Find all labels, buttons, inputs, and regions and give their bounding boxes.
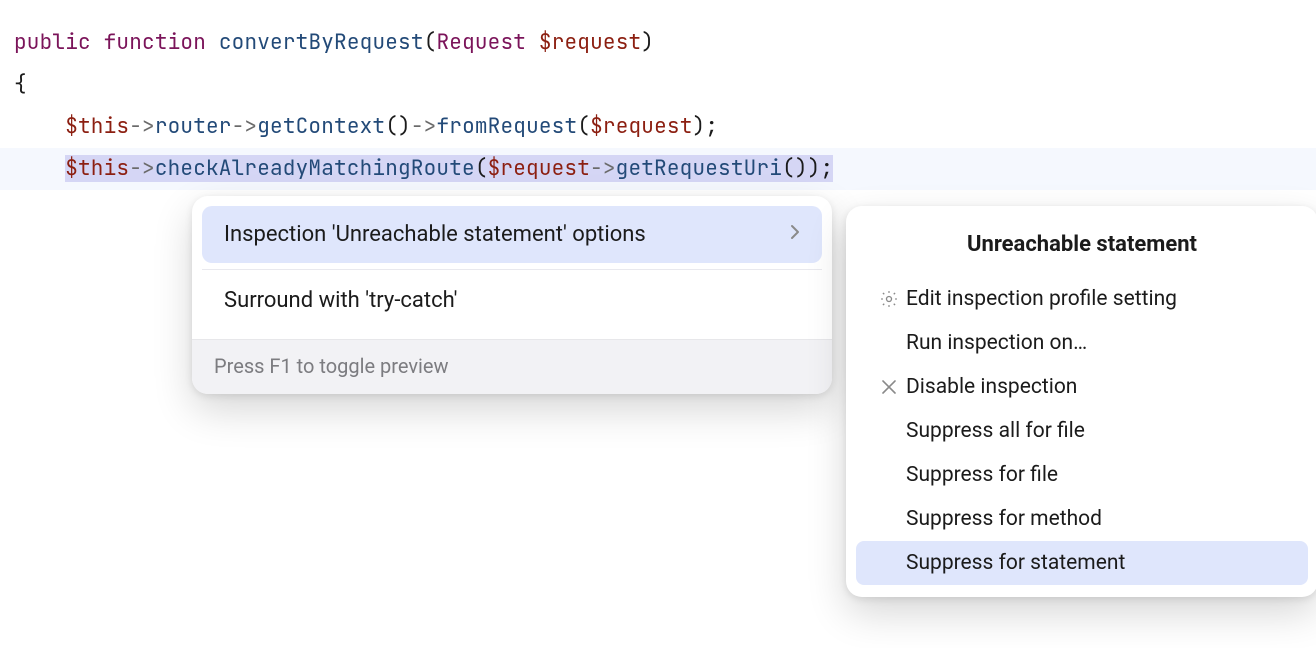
submenu-item-run-inspection[interactable]: Run inspection on… xyxy=(856,321,1308,365)
close-icon xyxy=(872,379,906,395)
close-paren: ) xyxy=(398,113,411,140)
code-editor[interactable]: public function convertByRequest(Request… xyxy=(0,0,1316,190)
submenu-item-label: Run inspection on… xyxy=(906,331,1292,355)
submenu-item-label: Suppress for method xyxy=(906,507,1292,531)
call-getcontext: getContext xyxy=(257,113,385,140)
submenu-item-label: Disable inspection xyxy=(906,375,1292,399)
code-line: { xyxy=(0,64,1316,106)
intention-item-inspection-options[interactable]: Inspection 'Unreachable statement' optio… xyxy=(202,206,822,263)
submenu-item-label: Edit inspection profile setting xyxy=(906,287,1292,311)
param-request: $request xyxy=(590,113,692,140)
indent xyxy=(14,113,65,140)
param-name: $request xyxy=(539,29,641,56)
code-line: $this->router->getContext()->fromRequest… xyxy=(0,106,1316,148)
close-paren: ) xyxy=(795,155,808,182)
param-request: $request xyxy=(488,155,590,182)
submenu-title: Unreachable statement xyxy=(856,216,1308,277)
function-name: convertByRequest xyxy=(219,29,424,56)
submenu-item-suppress-file[interactable]: Suppress for file xyxy=(856,453,1308,497)
indent xyxy=(14,155,65,182)
this-var: $this xyxy=(65,155,129,182)
keyword-function: function xyxy=(104,29,206,56)
intention-popup: Inspection 'Unreachable statement' optio… xyxy=(192,196,832,394)
open-paren: ( xyxy=(385,113,398,140)
arrow: -> xyxy=(129,155,155,182)
submenu-item-label: Suppress for statement xyxy=(906,551,1292,575)
open-paren: ( xyxy=(475,155,488,182)
close-paren: ) xyxy=(693,113,706,140)
open-paren: ( xyxy=(577,113,590,140)
open-brace: { xyxy=(14,71,27,98)
call-fromrequest: fromRequest xyxy=(436,113,577,140)
arrow: -> xyxy=(411,113,437,140)
param-type: Request xyxy=(436,29,526,56)
open-paren: ( xyxy=(424,29,437,56)
intention-item-surround-trycatch[interactable]: Surround with 'try-catch' xyxy=(202,269,822,333)
semicolon: ; xyxy=(705,113,718,140)
submenu-item-label: Suppress all for file xyxy=(906,419,1292,443)
intention-hint: Press F1 to toggle preview xyxy=(192,339,832,394)
gear-icon xyxy=(872,289,906,309)
property-router: router xyxy=(155,113,232,140)
close-paren: ) xyxy=(808,155,821,182)
arrow: -> xyxy=(129,113,155,140)
code-line: public function convertByRequest(Request… xyxy=(0,22,1316,64)
semicolon: ; xyxy=(820,155,833,182)
submenu-item-edit-profile[interactable]: Edit inspection profile setting xyxy=(856,277,1308,321)
submenu-item-suppress-all-file[interactable]: Suppress all for file xyxy=(856,409,1308,453)
intention-item-label: Inspection 'Unreachable statement' optio… xyxy=(224,222,790,247)
this-var: $this xyxy=(65,113,129,140)
close-paren: ) xyxy=(641,29,654,56)
call-checkalreadymatchingroute: checkAlreadyMatchingRoute xyxy=(155,155,475,182)
submenu-item-suppress-method[interactable]: Suppress for method xyxy=(856,497,1308,541)
open-paren: ( xyxy=(782,155,795,182)
code-line-highlighted: $this->checkAlreadyMatchingRoute($reques… xyxy=(0,148,1316,190)
submenu-item-suppress-statement[interactable]: Suppress for statement xyxy=(856,541,1308,585)
keyword-public: public xyxy=(14,29,91,56)
submenu-item-disable-inspection[interactable]: Disable inspection xyxy=(856,365,1308,409)
arrow: -> xyxy=(232,113,258,140)
chevron-right-icon xyxy=(790,224,800,245)
call-getrequesturi: getRequestUri xyxy=(616,155,782,182)
submenu-item-label: Suppress for file xyxy=(906,463,1292,487)
inspection-submenu: Unreachable statement Edit inspection pr… xyxy=(846,206,1316,597)
intention-item-label: Surround with 'try-catch' xyxy=(224,288,800,313)
arrow: -> xyxy=(590,155,616,182)
